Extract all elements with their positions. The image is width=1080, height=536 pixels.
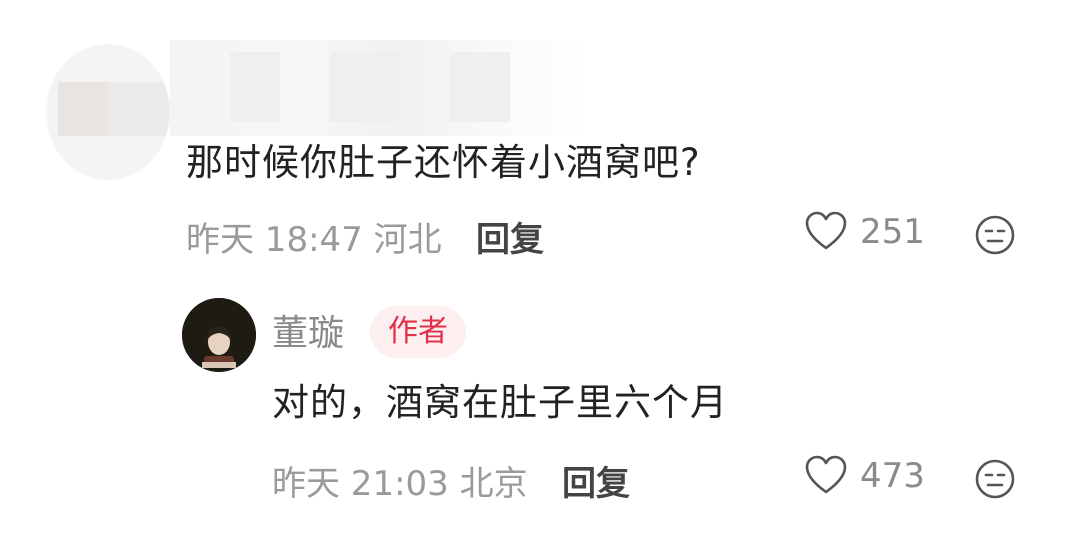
neutral-face-icon[interactable] bbox=[974, 214, 1016, 256]
author-badge: 作者 bbox=[370, 306, 466, 358]
avatar-image bbox=[182, 298, 256, 372]
comment-item: 那时候你肚子还怀着小酒窝吧? 昨天 18:47 河北 回复 251 bbox=[0, 0, 1080, 270]
comment-text: 对的，酒窝在肚子里六个月 bbox=[272, 381, 728, 424]
reply-item: 董璇 作者 对的，酒窝在肚子里六个月 昨天 21:03 北京 回复 473 bbox=[0, 290, 1080, 536]
comment-location: 河北 bbox=[373, 220, 442, 260]
avatar[interactable] bbox=[182, 298, 256, 372]
comment-time: 昨天 21:03 bbox=[272, 464, 449, 504]
username-blurred bbox=[170, 40, 590, 136]
comment-meta: 昨天 18:47 河北 bbox=[186, 212, 442, 261]
comment-time: 昨天 18:47 bbox=[186, 220, 363, 260]
heart-icon bbox=[805, 211, 847, 250]
like-button[interactable]: 251 bbox=[804, 210, 925, 254]
reply-button[interactable]: 回复 bbox=[476, 212, 544, 261]
avatar[interactable] bbox=[46, 44, 170, 180]
like-button[interactable]: 473 bbox=[804, 454, 925, 498]
comment-meta: 昨天 21:03 北京 bbox=[272, 456, 528, 505]
author-name[interactable]: 董璇 bbox=[272, 304, 344, 356]
neutral-face-icon[interactable] bbox=[974, 458, 1016, 500]
like-count: 251 bbox=[860, 212, 925, 252]
heart-icon bbox=[805, 455, 847, 494]
comment-text: 那时候你肚子还怀着小酒窝吧? bbox=[186, 141, 701, 184]
reply-button[interactable]: 回复 bbox=[562, 456, 630, 505]
like-count: 473 bbox=[860, 456, 925, 496]
comment-location: 北京 bbox=[459, 464, 528, 504]
